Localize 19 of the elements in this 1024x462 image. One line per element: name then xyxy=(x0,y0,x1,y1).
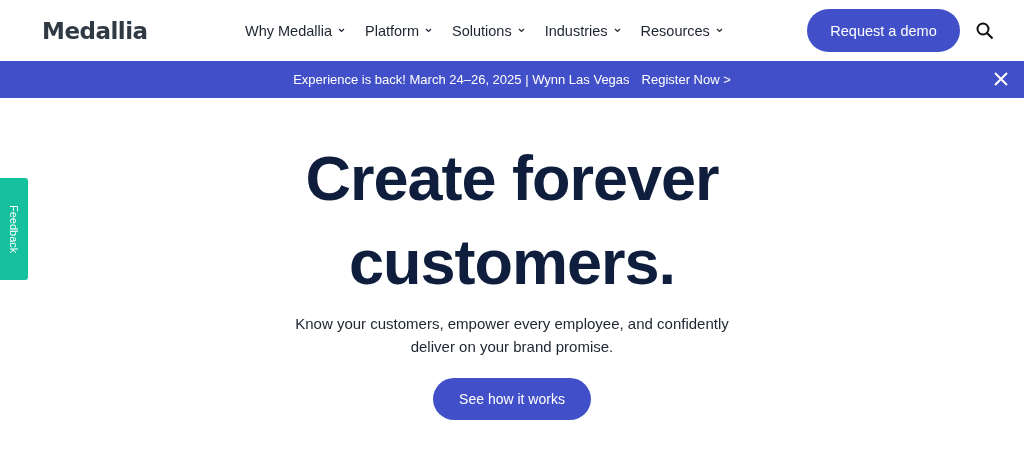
chevron-down-icon xyxy=(715,28,723,33)
see-how-it-works-button[interactable]: See how it works xyxy=(433,378,591,420)
chevron-down-icon xyxy=(425,28,433,33)
chevron-down-icon xyxy=(613,28,621,33)
banner-text: Experience is back! March 24–26, 2025 | Wynn Las Vegas xyxy=(293,72,630,87)
close-icon[interactable] xyxy=(992,70,1010,88)
hero-subtitle: Know your customers, empower every employee, and confidently deliver on your brand promise. xyxy=(295,314,729,357)
nav-link[interactable]: Solutions xyxy=(452,22,525,39)
nav-link[interactable]: Platform xyxy=(365,22,433,39)
chevron-down-icon xyxy=(517,28,525,33)
search-icon[interactable] xyxy=(976,21,994,40)
hero-title: Create forever customers. xyxy=(305,142,719,299)
register-link[interactable]: Register Now > xyxy=(641,72,731,87)
nav-link[interactable]: Why Medallia xyxy=(245,22,346,39)
chevron-down-icon xyxy=(338,28,346,33)
nav-link[interactable]: Industries xyxy=(544,22,621,39)
logo[interactable]: Medallia xyxy=(42,17,245,44)
request-demo-button[interactable]: Request a demo xyxy=(807,9,960,52)
nav-link[interactable]: Resources xyxy=(640,22,723,39)
